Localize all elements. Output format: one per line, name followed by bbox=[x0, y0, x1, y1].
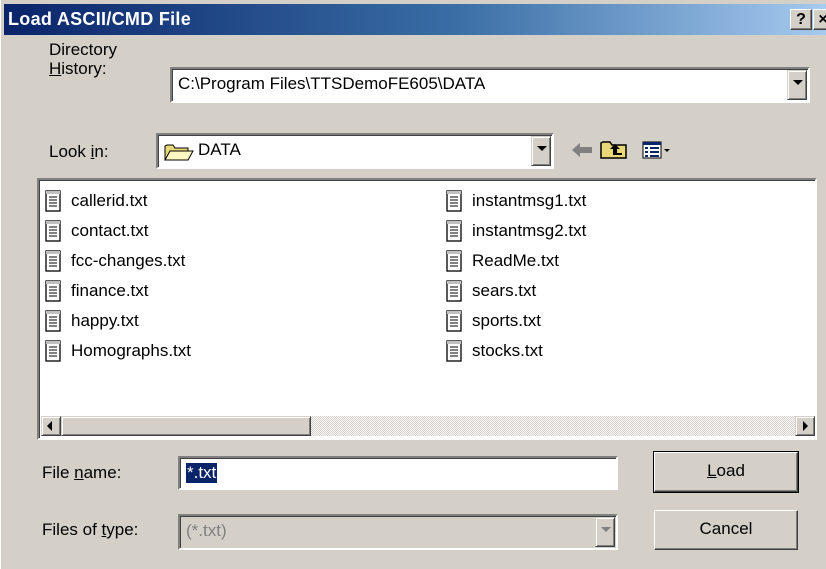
file-type-value: (*.txt) bbox=[186, 521, 227, 540]
title-bar[interactable]: Load ASCII/CMD File ? × bbox=[4, 4, 826, 35]
directory-history-label-line2: History: bbox=[49, 59, 107, 78]
window-title: Load ASCII/CMD File bbox=[8, 9, 192, 29]
help-button[interactable]: ? bbox=[790, 9, 812, 30]
help-icon: ? bbox=[796, 11, 806, 28]
text-file-icon bbox=[45, 340, 61, 367]
file-type-combo[interactable]: (*.txt) bbox=[178, 514, 618, 550]
file-name: instantmsg1.txt bbox=[472, 191, 587, 210]
text-file-icon bbox=[446, 220, 462, 247]
text-file-icon bbox=[446, 340, 462, 367]
file-name-label: File name: bbox=[42, 463, 122, 482]
load-button[interactable]: Load bbox=[653, 451, 799, 493]
look-in-combo[interactable]: DATA bbox=[156, 133, 554, 169]
back-button[interactable] bbox=[570, 140, 594, 165]
scroll-right-button[interactable] bbox=[795, 416, 815, 436]
scroll-thumb[interactable] bbox=[61, 416, 311, 436]
close-icon: × bbox=[818, 11, 826, 28]
file-name: instantmsg2.txt bbox=[472, 221, 587, 240]
file-name: sports.txt bbox=[472, 311, 541, 330]
file-name-input[interactable]: *.txt bbox=[178, 456, 618, 490]
load-file-dialog: Load ASCII/CMD File ? × Directory Histor… bbox=[0, 0, 826, 569]
look-in-dropdown-button[interactable] bbox=[531, 136, 551, 166]
horizontal-scrollbar[interactable] bbox=[41, 416, 815, 436]
text-file-icon bbox=[446, 310, 462, 337]
back-arrow-icon bbox=[572, 143, 592, 157]
scroll-left-button[interactable] bbox=[41, 416, 61, 436]
file-name: finance.txt bbox=[71, 281, 149, 300]
text-file-icon bbox=[446, 190, 462, 217]
file-name: ReadMe.txt bbox=[472, 251, 559, 270]
window-edge bbox=[0, 0, 5, 569]
directory-history-combo[interactable]: C:\Program Files\TTSDemoFE605\DATA bbox=[170, 67, 810, 103]
text-file-icon bbox=[446, 250, 462, 277]
cancel-button[interactable]: Cancel bbox=[654, 510, 798, 550]
file-name: happy.txt bbox=[71, 311, 139, 330]
file-type-dropdown-button[interactable] bbox=[595, 517, 615, 547]
text-file-icon bbox=[45, 310, 61, 337]
file-list[interactable]: callerid.txt contact.txt fcc-changes.txt fi… bbox=[37, 178, 817, 440]
look-in-value: DATA bbox=[198, 140, 241, 159]
file-name: contact.txt bbox=[71, 221, 149, 240]
view-menu-button[interactable] bbox=[642, 140, 674, 165]
text-file-icon bbox=[45, 250, 61, 277]
text-file-icon bbox=[45, 280, 61, 307]
directory-history-label: Directory History: bbox=[49, 40, 117, 78]
folder-icon bbox=[164, 142, 194, 167]
close-button[interactable]: × bbox=[813, 9, 826, 30]
up-folder-button[interactable] bbox=[600, 138, 628, 165]
text-file-icon bbox=[45, 190, 61, 217]
directory-history-value: C:\Program Files\TTSDemoFE605\DATA bbox=[178, 74, 486, 93]
up-folder-icon bbox=[600, 141, 627, 159]
file-name: stocks.txt bbox=[472, 341, 543, 360]
file-type-label: Files of type: bbox=[42, 520, 139, 539]
look-in-label: Look in: bbox=[49, 142, 109, 161]
directory-history-label-line1: Directory bbox=[49, 40, 118, 59]
directory-history-dropdown-button[interactable] bbox=[787, 70, 807, 100]
file-name: fcc-changes.txt bbox=[71, 251, 186, 270]
text-file-icon bbox=[446, 280, 462, 307]
file-name: sears.txt bbox=[472, 281, 537, 300]
file-name-value: *.txt bbox=[184, 462, 219, 484]
file-name: Homographs.txt bbox=[71, 341, 191, 360]
file-name: callerid.txt bbox=[71, 191, 148, 210]
text-file-icon bbox=[45, 220, 61, 247]
view-menu-icon bbox=[642, 141, 670, 159]
